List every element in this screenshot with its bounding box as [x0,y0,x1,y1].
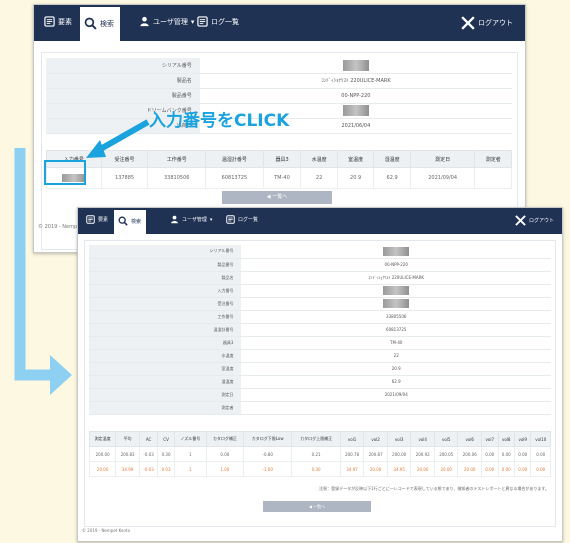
input-number-highlight [44,160,86,185]
callout-arrow [86,119,150,158]
callout-text: 入力番号をCLICK [149,111,290,131]
